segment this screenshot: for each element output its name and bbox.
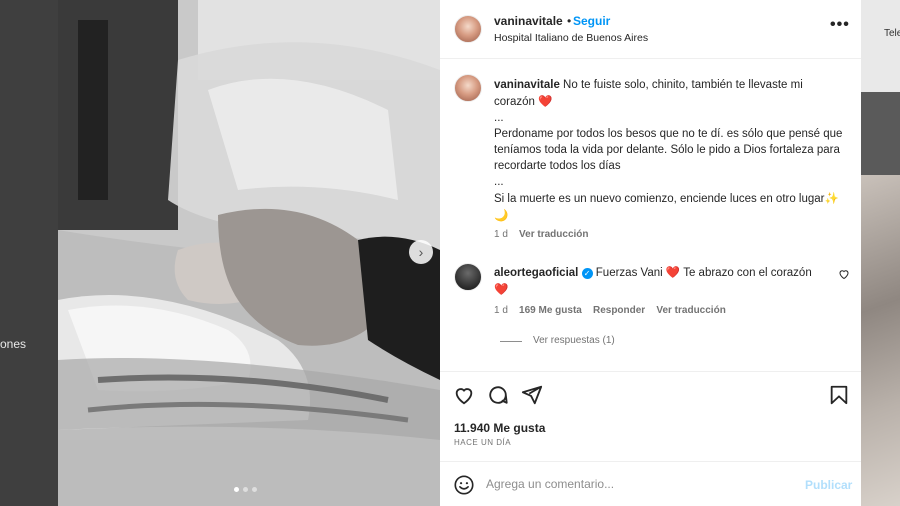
follow-button[interactable]: Seguir [573, 14, 610, 28]
caption-username[interactable]: vaninavitale [494, 79, 560, 91]
emoji-icon[interactable] [453, 474, 475, 496]
background-right-text: Tele [884, 28, 900, 39]
caption-avatar[interactable] [454, 74, 482, 102]
caption-translate-link[interactable]: Ver traducción [519, 229, 588, 240]
chevron-right-icon: › [418, 244, 424, 260]
post-actions [440, 371, 861, 461]
post-timestamp: HACE UN DÍA [454, 438, 512, 447]
carousel-dots [234, 487, 257, 492]
next-slide-button[interactable]: › [409, 240, 433, 264]
bookmark-icon[interactable] [828, 384, 850, 406]
comment-input[interactable] [486, 473, 786, 495]
comment-avatar[interactable] [454, 263, 482, 291]
heart-emoji: ❤️ [494, 282, 509, 296]
background-left [0, 0, 58, 506]
verified-badge-icon: ✓ [581, 268, 593, 279]
heart-emoji: ❤️ [665, 265, 681, 279]
publish-button[interactable]: Publicar [805, 478, 852, 492]
post-caption: vaninavitale No te fuiste solo, chinito,… [494, 77, 844, 224]
comment-meta: 1 d 169 Me gusta Responder Ver traducció… [494, 305, 726, 316]
caption-line-2: Perdoname por todos los besos que no te … [494, 128, 843, 172]
comment-time[interactable]: 1 d [494, 305, 508, 316]
comment-username[interactable]: aleortegaoficial [494, 267, 578, 279]
caption-ellipsis: ... [494, 112, 504, 124]
share-icon[interactable] [521, 384, 543, 406]
caption-meta: 1 d Ver traducción [494, 229, 589, 240]
post-header: vaninavitale • Seguir Hospital Italiano … [440, 0, 861, 59]
view-replies-button[interactable]: Ver respuestas (1) [533, 335, 615, 346]
comment-icon[interactable] [487, 384, 509, 406]
post-author-username[interactable]: vaninavitale [494, 14, 563, 28]
background-left-text: ones [0, 337, 27, 351]
avatar[interactable] [454, 15, 482, 43]
background-right-photo [861, 175, 900, 506]
comment-item: aleortegaoficial ✓ Fuerzas Vani ❤️ Te ab… [494, 264, 824, 298]
more-icon[interactable]: ••• [830, 16, 850, 34]
header-separator: • [567, 14, 572, 28]
background-right-card [861, 0, 900, 92]
comment-text-1: Fuerzas Vani [595, 267, 663, 279]
post-media: › [58, 0, 440, 506]
reply-button[interactable]: Responder [593, 305, 645, 316]
carousel-dot [252, 487, 257, 492]
heart-emoji: ❤️ [538, 94, 553, 108]
comment-like-heart-icon[interactable] [838, 268, 850, 280]
heart-icon[interactable] [453, 384, 475, 406]
caption-ellipsis: ... [494, 176, 504, 188]
carousel-dot [243, 487, 248, 492]
caption-time[interactable]: 1 d [494, 229, 508, 240]
comment-text-2: Te abrazo con el corazón [683, 267, 812, 279]
carousel-dot [234, 487, 239, 492]
replies-divider [500, 341, 522, 342]
comment-translate-link[interactable]: Ver traducción [656, 305, 725, 316]
post-detail-panel: vaninavitale • Seguir Hospital Italiano … [440, 0, 861, 506]
post-location[interactable]: Hospital Italiano de Buenos Aires [494, 32, 648, 44]
likes-count[interactable]: 11.940 Me gusta [454, 421, 545, 435]
caption-line-3: Si la muerte es un nuevo comienzo, encie… [494, 193, 825, 205]
comment-likes[interactable]: 169 Me gusta [519, 305, 582, 316]
add-comment-bar: Publicar [440, 461, 861, 506]
post-photo [58, 0, 440, 506]
